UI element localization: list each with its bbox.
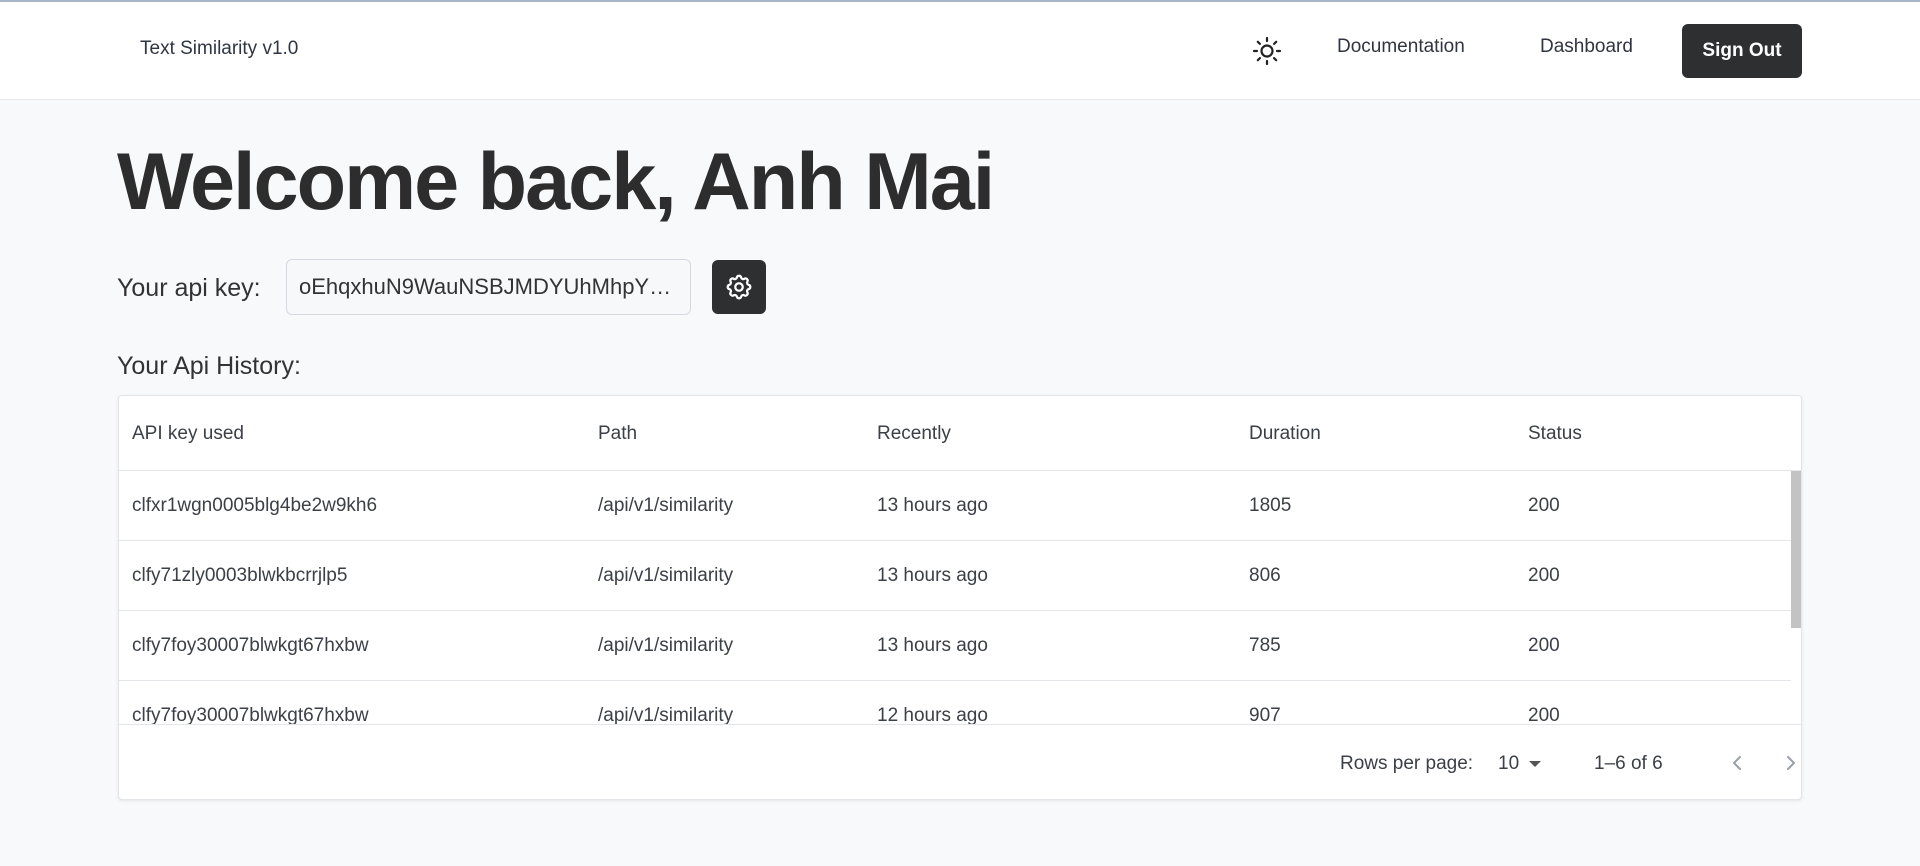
cell-status: 200 <box>1528 495 1560 516</box>
cell-recently: 13 hours ago <box>877 495 988 516</box>
navbar: Text Similarity v1.0 Documentation Dashb… <box>0 2 1920 100</box>
cell-path: /api/v1/similarity <box>598 495 734 516</box>
previous-page-button[interactable] <box>1719 745 1755 781</box>
column-header-status[interactable]: Status <box>1528 423 1582 445</box>
cell-recently: 13 hours ago <box>877 565 988 586</box>
page-title: Welcome back, Anh Mai <box>117 137 995 227</box>
cell-duration: 785 <box>1249 635 1281 656</box>
nav-dashboard-link[interactable]: Dashboard <box>1540 36 1633 58</box>
table-pagination: Rows per page: 10 1–6 of 6 <box>119 724 1801 799</box>
chevron-right-icon <box>1787 756 1795 770</box>
sign-out-button[interactable]: Sign Out <box>1682 24 1802 78</box>
cell-duration: 907 <box>1249 705 1281 724</box>
cell-path: /api/v1/similarity <box>598 635 734 656</box>
nav-documentation-link[interactable]: Documentation <box>1337 36 1465 58</box>
theme-toggle-button[interactable] <box>1250 34 1284 68</box>
cell-path: /api/v1/similarity <box>598 565 734 586</box>
rows-per-page-value: 10 <box>1498 753 1520 774</box>
cell-recently: 12 hours ago <box>877 705 988 724</box>
cell-api-key: clfy7foy30007blwkgt67hxbw <box>132 635 369 656</box>
cell-duration: 806 <box>1249 565 1281 586</box>
cell-api-key: clfy7foy30007blwkgt67hxbw <box>132 705 369 724</box>
api-key-input[interactable] <box>286 259 691 315</box>
api-history-table: API key used Path Recently Duration Stat… <box>118 395 1802 800</box>
column-header-duration[interactable]: Duration <box>1249 423 1321 445</box>
cell-status: 200 <box>1528 565 1560 586</box>
table-header: API key used Path Recently Duration Stat… <box>119 396 1801 471</box>
api-key-settings-button[interactable] <box>712 260 766 314</box>
sun-icon <box>1252 36 1282 66</box>
next-page-button[interactable] <box>1773 745 1801 781</box>
table-row[interactable]: clfy71zly0003blwkbcrrjlp5 /api/v1/simila… <box>119 541 1793 611</box>
table-row[interactable]: clfy7foy30007blwkgt67hxbw /api/v1/simila… <box>119 681 1793 724</box>
column-header-path[interactable]: Path <box>598 423 637 445</box>
rows-per-page-label: Rows per page: <box>1340 753 1474 774</box>
gear-icon <box>726 274 752 300</box>
api-key-label: Your api key: <box>117 274 261 302</box>
cell-path: /api/v1/similarity <box>598 705 734 724</box>
rows-per-page-select[interactable]: 10 <box>1498 751 1550 777</box>
cell-status: 200 <box>1528 705 1560 724</box>
cell-api-key: clfxr1wgn0005blg4be2w9kh6 <box>132 495 378 516</box>
table-body: clfxr1wgn0005blg4be2w9kh6 /api/v1/simila… <box>119 471 1801 724</box>
brand-title[interactable]: Text Similarity v1.0 <box>140 38 298 60</box>
pagination-range: 1–6 of 6 <box>1594 753 1663 774</box>
table-row[interactable]: clfxr1wgn0005blg4be2w9kh6 /api/v1/simila… <box>119 471 1793 541</box>
column-header-recently[interactable]: Recently <box>877 423 951 445</box>
cell-duration: 1805 <box>1249 495 1292 516</box>
caret-down-icon <box>1529 761 1542 767</box>
column-header-api-key[interactable]: API key used <box>132 423 244 445</box>
cell-status: 200 <box>1528 635 1560 656</box>
api-history-title: Your Api History: <box>117 352 301 380</box>
cell-api-key: clfy71zly0003blwkbcrrjlp5 <box>132 565 348 586</box>
chevron-left-icon <box>1733 756 1741 770</box>
cell-recently: 13 hours ago <box>877 635 988 656</box>
table-row[interactable]: clfy7foy30007blwkgt67hxbw /api/v1/simila… <box>119 611 1793 681</box>
table-scrollbar-thumb[interactable] <box>1791 471 1801 628</box>
